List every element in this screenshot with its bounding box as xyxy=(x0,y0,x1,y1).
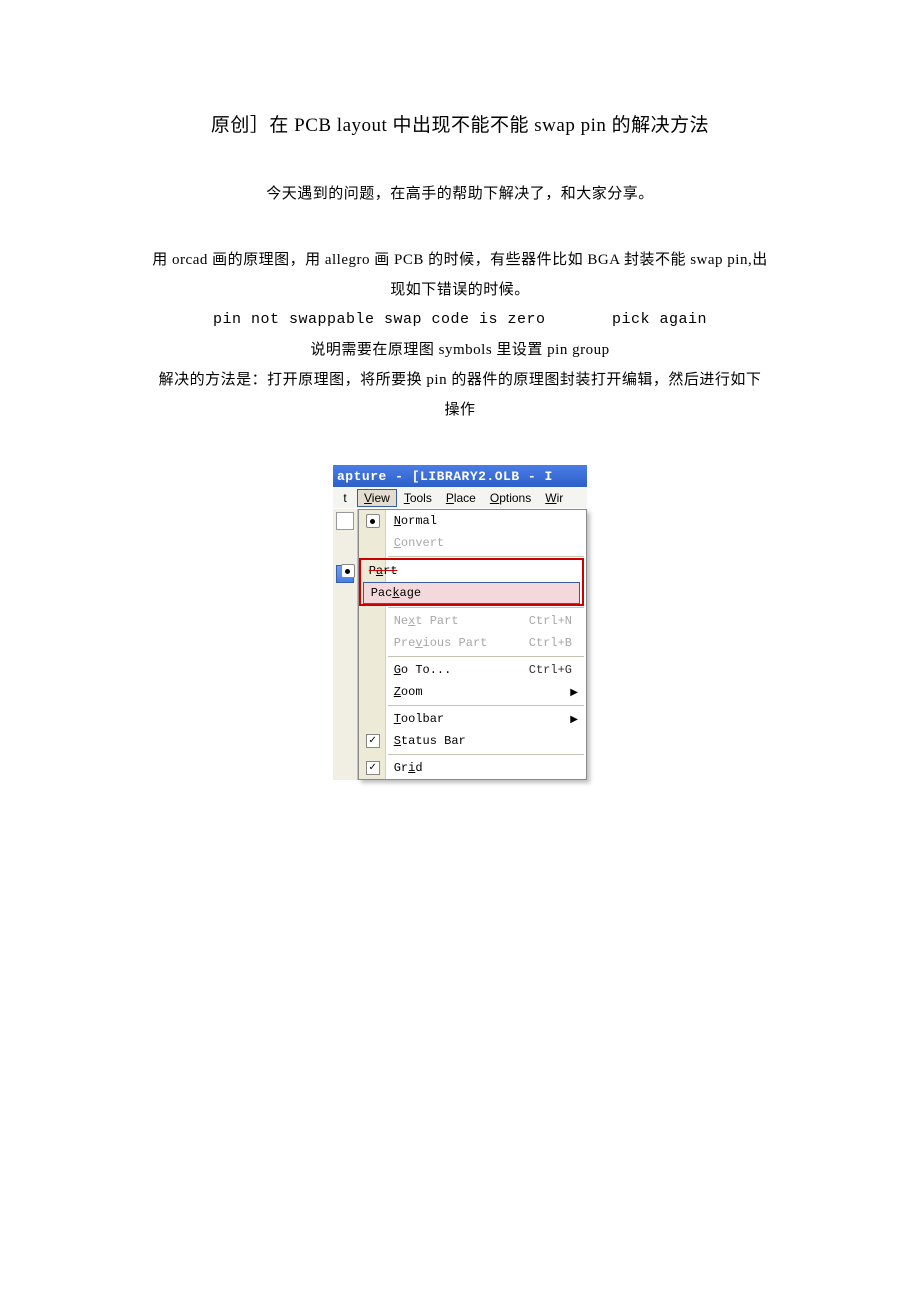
radio-selected-icon xyxy=(341,564,355,578)
doc-error-text: pin not swappable swap code is zero pick… xyxy=(100,305,820,335)
menu-item-convert: Convert xyxy=(386,532,586,554)
menu-item-previous-part: Previous Part Ctrl+B xyxy=(386,632,586,654)
toolbar-icon-1[interactable] xyxy=(336,512,354,530)
menu-item-grid[interactable]: ✓ Grid xyxy=(386,757,586,779)
menubar: t View Tools Place Options Wir xyxy=(333,487,587,509)
doc-p2: 说明需要在原理图 symbols 里设置 pin group xyxy=(100,335,820,365)
window-title: apture - [LIBRARY2.OLB - I xyxy=(337,469,553,484)
menu-separator xyxy=(388,556,584,557)
doc-intro: 今天遇到的问题，在高手的帮助下解决了，和大家分享。 xyxy=(100,179,820,209)
menu-separator xyxy=(388,607,584,608)
doc-p1-l2: 现如下错误的时候。 xyxy=(100,275,820,305)
menu-item-part[interactable]: Part xyxy=(361,560,582,582)
menu-item-next-part: Next Part Ctrl+N xyxy=(386,610,586,632)
doc-p3-l1: 解决的方法是：打开原理图，将所要换 pin 的器件的原理图封装打开编辑，然后进行… xyxy=(100,365,820,395)
red-highlight-box: Part Package xyxy=(359,558,584,606)
menu-separator xyxy=(388,754,584,755)
checkmark-icon: ✓ xyxy=(366,734,380,748)
menu-item-normal[interactable]: Normal xyxy=(386,510,586,532)
menu-view[interactable]: View xyxy=(357,489,397,507)
left-toolbar xyxy=(333,509,358,780)
radio-selected-icon xyxy=(366,514,380,528)
menubar-left-fragment: t xyxy=(333,491,357,505)
doc-p3-l2: 操作 xyxy=(100,395,820,425)
window-titlebar: apture - [LIBRARY2.OLB - I xyxy=(333,465,587,487)
menu-options[interactable]: Options xyxy=(483,489,538,507)
submenu-arrow-icon: ▶ xyxy=(570,714,578,725)
view-dropdown-menu: Normal Convert Part xyxy=(358,509,587,780)
menu-window[interactable]: Wir xyxy=(538,489,570,507)
menu-tools[interactable]: Tools xyxy=(397,489,439,507)
submenu-arrow-icon: ▶ xyxy=(570,687,578,698)
menu-item-status-bar[interactable]: ✓ Status Bar xyxy=(386,730,586,752)
menu-separator xyxy=(388,705,584,706)
menu-item-zoom[interactable]: Zoom ▶ xyxy=(386,681,586,703)
doc-title: 原创］在 PCB layout 中出现不能不能 swap pin 的解决方法 xyxy=(100,110,820,137)
menu-item-goto[interactable]: Go To... Ctrl+G xyxy=(386,659,586,681)
menu-separator xyxy=(388,656,584,657)
app-screenshot: apture - [LIBRARY2.OLB - I t View Tools … xyxy=(333,465,587,780)
menu-place[interactable]: Place xyxy=(439,489,483,507)
menu-item-package[interactable]: Package xyxy=(363,582,580,604)
checkmark-icon: ✓ xyxy=(366,761,380,775)
doc-p1-l1: 用 orcad 画的原理图，用 allegro 画 PCB 的时候，有些器件比如… xyxy=(100,245,820,275)
menu-item-toolbar[interactable]: Toolbar ▶ xyxy=(386,708,586,730)
